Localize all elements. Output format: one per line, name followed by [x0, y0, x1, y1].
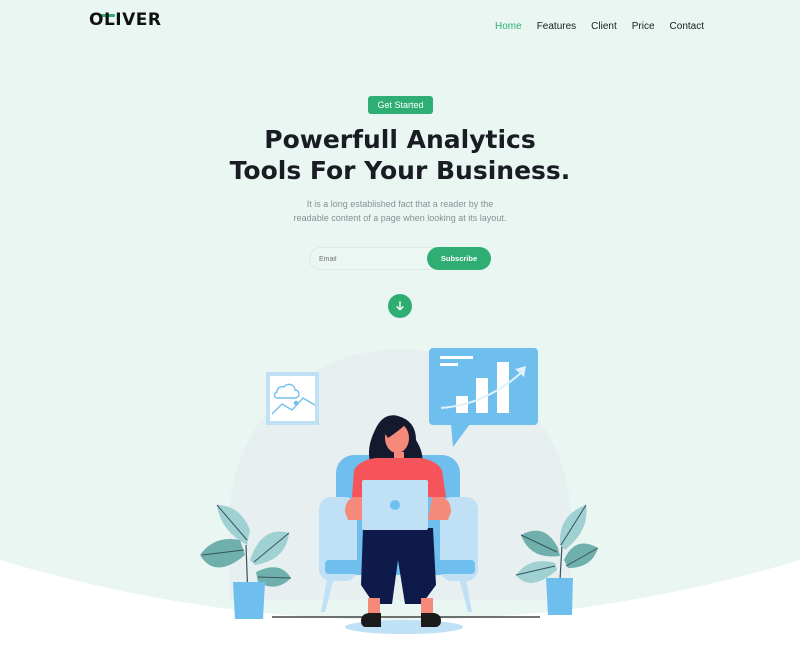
hero-illustration — [200, 348, 599, 634]
image-icon — [266, 372, 319, 425]
